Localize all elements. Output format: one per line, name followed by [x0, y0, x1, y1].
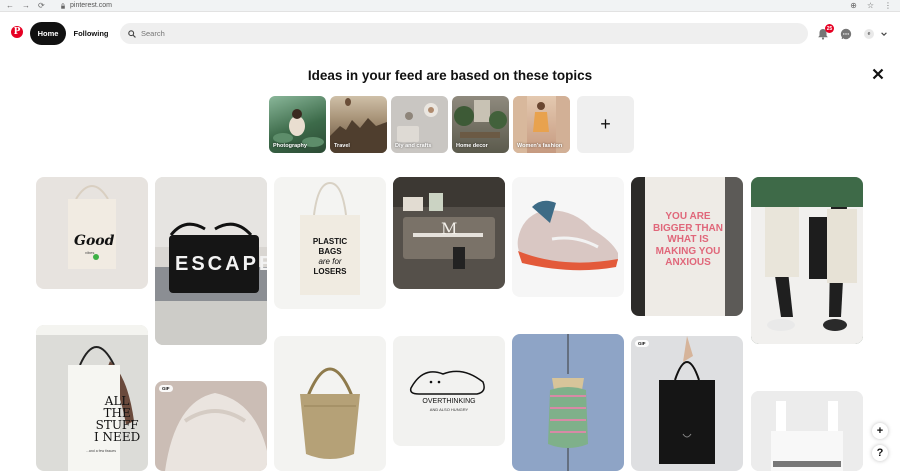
url-text: pinterest.com — [70, 2, 113, 9]
pin-subtext: AND ALSO HUNGRY — [429, 407, 469, 412]
pin-image — [548, 334, 588, 471]
pin-line: WHAT IS — [667, 234, 709, 245]
pin-white-leather-bag[interactable]: GIF — [155, 381, 267, 471]
pin-line: I NEED — [94, 430, 141, 444]
pin-line: BIGGER THAN — [653, 222, 723, 234]
pin-black-tote-gif[interactable]: GIF — [631, 336, 743, 471]
topics-title: Ideas in your feed are based on these to… — [307, 68, 593, 83]
close-icon[interactable] — [871, 67, 885, 81]
pin-overthinking[interactable]: OVERTHINKING AND ALSO HUNGRY — [393, 336, 505, 446]
pin-image — [517, 200, 618, 271]
topic-label: Diy and crafts — [395, 143, 432, 149]
pin-line: ANXIOUS — [665, 257, 711, 268]
topics-row: Photography Travel Diy and crafts Home d… — [269, 96, 634, 153]
plus-icon: + — [600, 114, 611, 134]
add-pin-button[interactable]: + — [872, 423, 888, 439]
add-topic-button[interactable]: + — [577, 96, 634, 153]
pin-line: YOU ARE — [665, 211, 711, 222]
home-button[interactable]: Home — [30, 22, 66, 45]
pin-monogram-tray[interactable]: M — [393, 177, 505, 289]
notification-badge: 25 — [825, 24, 834, 33]
pin-gold-handbag[interactable] — [274, 336, 386, 471]
topic-label: Travel — [334, 143, 350, 149]
topic-diy-and-crafts[interactable]: Diy and crafts — [391, 96, 448, 153]
question-icon: ? — [876, 447, 884, 459]
help-button[interactable]: ? — [872, 445, 888, 461]
avatar[interactable]: e — [864, 29, 874, 39]
reload-icon[interactable]: ⟳ — [38, 1, 45, 10]
topic-label: Photography — [273, 143, 307, 149]
topic-womens-fashion[interactable]: Women's fashion — [513, 96, 570, 153]
pin-image — [751, 177, 863, 344]
browser-actions: ⊕ ☆ ⋮ — [850, 1, 892, 10]
pin-plastic-bags-tote[interactable]: PLASTIC BAGS are for LOSERS — [274, 177, 386, 309]
search-input[interactable] — [141, 29, 741, 38]
pinterest-logo-icon[interactable]: P — [11, 26, 23, 38]
pin-image — [300, 367, 360, 459]
pin-good-vibes-tote[interactable]: Good vibes — [36, 177, 148, 289]
topic-photography[interactable]: Photography — [269, 96, 326, 153]
pin-text: Good — [74, 233, 115, 249]
messages-icon[interactable] — [840, 28, 852, 40]
chevron-down-icon[interactable] — [880, 30, 888, 38]
pin-foot: ...and a few tissues — [86, 449, 116, 453]
topic-home-decor[interactable]: Home decor — [452, 96, 509, 153]
pin-text: OVERTHINKING — [422, 398, 476, 405]
gif-badge: GIF — [159, 385, 173, 392]
plus-icon: + — [876, 425, 884, 437]
pin-text-block: PLASTIC BAGS are for LOSERS — [300, 237, 360, 277]
pin-text-block: YOU ARE BIGGER THAN WHAT IS MAKING YOU A… — [643, 211, 733, 269]
browser-chrome: ← → ⟳ pinterest.com ⊕ ☆ ⋮ — [0, 0, 900, 12]
topic-travel[interactable]: Travel — [330, 96, 387, 153]
pin-escape-bag[interactable]: ESCAPE — [155, 177, 267, 345]
pin-line: MAKING YOU — [655, 245, 721, 257]
pin-tote-legs[interactable] — [751, 177, 863, 344]
menu-dots-icon[interactable]: ⋮ — [884, 1, 892, 10]
pin-hanging-lantern[interactable] — [512, 334, 624, 471]
pin-text-block: ALL THE STUFF I NEED — [94, 395, 140, 443]
following-button[interactable]: Following — [70, 22, 112, 45]
topic-label: Home decor — [456, 143, 488, 149]
pin-image — [165, 393, 267, 471]
pin-line: are for — [318, 257, 342, 266]
star-icon[interactable]: ☆ — [867, 1, 874, 10]
pin-white-bag-frame[interactable] — [751, 391, 863, 471]
pin-sneaker[interactable] — [512, 177, 624, 297]
back-icon[interactable]: ← — [6, 1, 14, 10]
address-bar[interactable]: pinterest.com — [60, 2, 112, 9]
forward-icon[interactable]: → — [22, 1, 30, 10]
pin-image — [409, 370, 485, 395]
pin-line: LOSERS — [313, 267, 347, 276]
gif-badge: GIF — [635, 340, 649, 347]
pin-text: M — [441, 219, 458, 238]
pin-text: ESCAPE — [175, 253, 267, 275]
zoom-icon[interactable]: ⊕ — [850, 1, 857, 10]
search-icon — [128, 29, 136, 38]
pin-image — [751, 391, 863, 471]
pin-image — [659, 336, 715, 464]
pin-bigger-than-anxious[interactable]: YOU ARE BIGGER THAN WHAT IS MAKING YOU A… — [631, 177, 743, 316]
search-bar[interactable] — [120, 23, 808, 44]
pin-line: PLASTIC — [312, 237, 348, 246]
topic-label: Women's fashion — [517, 143, 563, 149]
lock-icon — [61, 2, 65, 9]
pin-subtext: vibes — [85, 250, 95, 255]
pin-line: BAGS — [318, 247, 342, 256]
pin-all-the-stuff-tote[interactable]: ALL THE STUFF I NEED ...and a few tissue… — [36, 325, 148, 471]
logo-letter: P — [13, 27, 21, 37]
browser-nav: ← → ⟳ — [0, 1, 60, 10]
